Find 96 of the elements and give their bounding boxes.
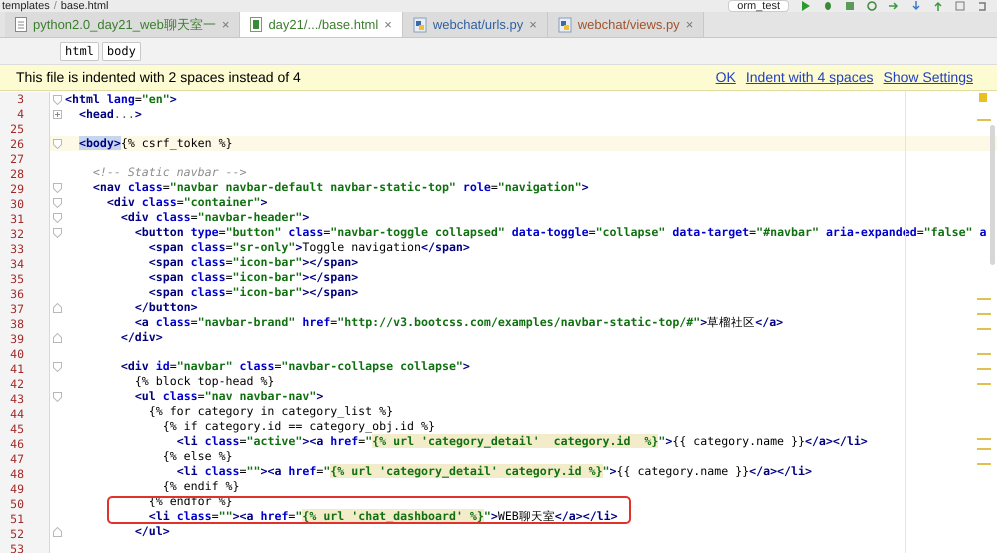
line-number: 35 xyxy=(10,270,24,288)
fold-marker-icon[interactable] xyxy=(53,302,62,312)
fold-marker-icon[interactable] xyxy=(53,332,62,342)
path-item[interactable]: templates xyxy=(2,0,50,12)
line-number: 34 xyxy=(10,256,24,273)
html-file-icon xyxy=(250,17,262,32)
run-config-dropdown[interactable]: orm_test xyxy=(728,0,789,12)
fold-marker-icon[interactable] xyxy=(53,228,62,238)
line-number: 36 xyxy=(10,286,24,303)
code-line: </div> xyxy=(120,330,163,345)
code-line: </button> xyxy=(134,300,198,315)
arrow-down-icon[interactable] xyxy=(911,1,921,11)
code-line: <div id="navbar" class="navbar-collapse collapse"> xyxy=(120,359,470,374)
notification-link[interactable]: Show Settings xyxy=(884,67,973,88)
code-line: <body>{% csrf_token %} xyxy=(78,136,233,151)
line-number: 26 xyxy=(10,136,24,153)
line-number: 30 xyxy=(10,196,24,213)
line-number: 4 xyxy=(17,106,24,123)
notification-text: This file is indented with 2 spaces instead of 4 xyxy=(16,68,301,87)
code-line: {% else %} xyxy=(162,449,233,464)
tab-label: python2.0_day21_web聊天室一 xyxy=(33,16,216,34)
fold-marker-icon[interactable] xyxy=(53,392,62,402)
code-line: <li class=""><a href="{% url 'category_detail' category.id %}">{{ category.name }}</a></li> xyxy=(176,464,812,479)
line-number: 48 xyxy=(10,466,24,483)
fold-marker-icon[interactable] xyxy=(53,138,62,148)
arrow-right-icon[interactable] xyxy=(889,1,899,11)
code-line: <div class="container"> xyxy=(106,195,268,210)
editor-tab[interactable]: day21/.../base.html × xyxy=(240,12,403,37)
line-number: 42 xyxy=(10,376,24,393)
code-line: <!-- Static navbar --> xyxy=(92,165,246,180)
line-number: 43 xyxy=(10,390,24,408)
breadcrumb-item[interactable]: html xyxy=(60,42,99,60)
code-line: <span class="icon-bar"></span> xyxy=(148,285,358,300)
line-number: 25 xyxy=(10,120,24,138)
fold-marker-icon[interactable] xyxy=(53,198,62,208)
editor-tab[interactable]: webchat/urls.py × xyxy=(402,12,548,37)
notification-link[interactable]: OK xyxy=(716,67,736,88)
line-number: 53 xyxy=(10,540,24,553)
code-line: <span class="icon-bar"></span> xyxy=(148,255,358,270)
code-line: </ul> xyxy=(134,524,170,539)
code-line: <span class="icon-bar"></span> xyxy=(148,270,358,285)
fold-marker-icon[interactable] xyxy=(53,182,62,192)
window-icon[interactable] xyxy=(955,1,965,11)
line-number: 33 xyxy=(10,240,24,258)
line-number: 41 xyxy=(10,360,24,378)
code-line: <head...> xyxy=(78,107,142,122)
code-line: {% if category.id == category_obj.id %} xyxy=(162,419,435,434)
line-number: 46 xyxy=(10,436,24,453)
line-number: 37 xyxy=(10,300,24,318)
line-number: 50 xyxy=(10,496,24,513)
breadcrumb-item[interactable]: body xyxy=(102,42,141,60)
line-number: 52 xyxy=(10,526,24,543)
line-number: 31 xyxy=(10,210,24,228)
line-number: 29 xyxy=(10,180,24,198)
tab-label: day21/.../base.html xyxy=(268,16,378,34)
editor-tab[interactable]: webchat/views.py × xyxy=(548,12,704,37)
expand-fold-icon[interactable] xyxy=(53,110,62,119)
line-number: 47 xyxy=(10,450,24,468)
path-separator: / xyxy=(54,0,57,12)
line-number: 27 xyxy=(10,150,24,168)
fold-marker-icon[interactable] xyxy=(53,94,62,104)
code-line: <span class="sr-only">Toggle navigation</span> xyxy=(148,240,470,255)
text-file-icon xyxy=(15,17,27,32)
code-line: <li class=""><a href="{% url 'chat_dashboard' %}">WEB聊天室</a></li> xyxy=(148,509,618,524)
python-file-icon xyxy=(558,16,572,32)
line-number: 49 xyxy=(10,480,24,498)
code-line: {% for category in category_list %} xyxy=(148,404,394,419)
code-line: {% endif %} xyxy=(162,479,240,494)
line-number: 45 xyxy=(10,420,24,438)
tab-label: webchat/urls.py xyxy=(432,16,524,34)
tab-label: webchat/views.py xyxy=(578,16,680,34)
path-item[interactable]: base.html xyxy=(60,0,108,12)
line-number: 32 xyxy=(10,226,24,243)
line-number: 40 xyxy=(10,346,24,363)
line-number: 51 xyxy=(10,510,24,528)
line-number: 28 xyxy=(10,166,24,183)
code-line: <li class="active"><a href="{% url 'category_detail' category.id %}">{{ category.name }}</a></li> xyxy=(176,434,868,449)
fold-marker-icon[interactable] xyxy=(53,526,62,536)
fold-marker-icon[interactable] xyxy=(53,212,62,222)
close-icon[interactable]: × xyxy=(384,14,392,34)
code-line: <div class="navbar-header"> xyxy=(120,210,310,225)
code-line: <nav class="navbar navbar-default navbar-static-top" role="navigation"> xyxy=(92,180,589,195)
notification-link[interactable]: Indent with 4 spaces xyxy=(746,67,874,88)
code-line: <button type="button" class="navbar-toggle collapsed" data-toggle="collapse" data-target="#navbar" aria-expanded="false" a xyxy=(134,225,987,240)
code-line: {% block top-head %} xyxy=(134,374,274,389)
arrow-up-icon[interactable] xyxy=(933,1,943,11)
fold-marker-icon[interactable] xyxy=(53,362,62,372)
editor-tab[interactable]: python2.0_day21_web聊天室一 × xyxy=(5,12,240,37)
code-line: <html lang="en"> xyxy=(65,92,177,107)
python-file-icon xyxy=(412,16,427,32)
code-line: <ul class="nav navbar-nav"> xyxy=(134,389,324,404)
line-number: 3 xyxy=(17,91,24,108)
line-number: 38 xyxy=(10,316,24,333)
line-number: 39 xyxy=(10,330,24,348)
code-line: <a class="navbar-brand" href="http://v3.bootcss.com/examples/navbar-static-top/#">草榴社区</a> xyxy=(134,315,784,330)
line-number: 44 xyxy=(10,406,24,423)
